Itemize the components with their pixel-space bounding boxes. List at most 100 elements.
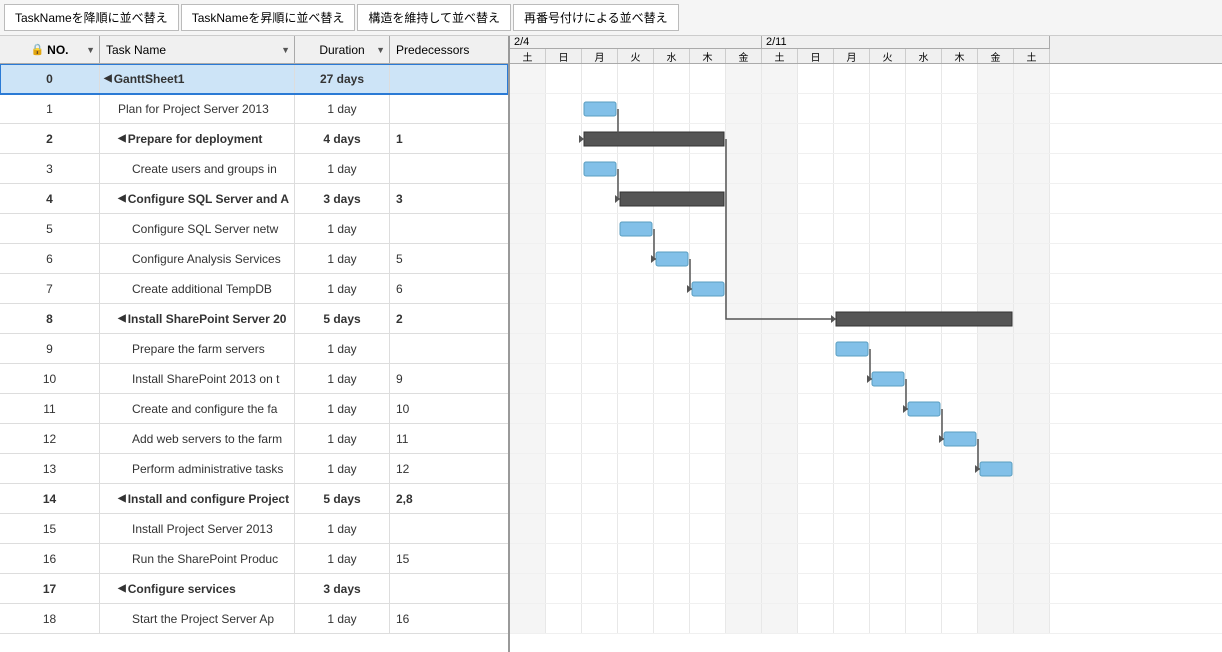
task-name-text: Install Project Server 2013 — [132, 522, 273, 536]
table-row[interactable]: 10Install SharePoint 2013 on t1 day9 — [0, 364, 508, 394]
gantt-day-cell: 金 — [978, 49, 1014, 63]
cell-predecessors: 11 — [390, 424, 505, 453]
task-name-text: Install SharePoint Server 20 — [128, 312, 287, 326]
gantt-bar — [872, 372, 904, 386]
cell-duration: 1 day — [295, 604, 390, 633]
toolbar-btn-2[interactable]: 構造を維持して並べ替え — [357, 4, 511, 31]
collapse-arrow-icon[interactable]: ◀ — [118, 193, 126, 204]
grid-body: 0◀ GanttSheet127 days1 Plan for Project S… — [0, 64, 508, 652]
cell-duration: 1 day — [295, 154, 390, 183]
toolbar-btn-3[interactable]: 再番号付けによる並べ替え — [513, 4, 679, 31]
gantt-day-cell: 水 — [906, 49, 942, 63]
cell-predecessors: 6 — [390, 274, 505, 303]
cell-predecessors — [390, 94, 505, 123]
gantt-day-cell: 水 — [654, 49, 690, 63]
cell-predecessors — [390, 514, 505, 543]
col-taskname-header: Task Name ▼ — [100, 36, 295, 63]
cell-no: 11 — [0, 394, 100, 423]
gantt-bar — [836, 342, 868, 356]
cell-no: 15 — [0, 514, 100, 543]
table-row[interactable]: 3 Create users and groups in 1 day — [0, 154, 508, 184]
table-row[interactable]: 4◀ Configure SQL Server and A3 days3 — [0, 184, 508, 214]
toolbar-btn-1[interactable]: TaskNameを昇順に並べ替え — [181, 4, 356, 31]
gantt-summary-bar — [620, 192, 724, 206]
gantt-bar — [656, 252, 688, 266]
collapse-arrow-icon[interactable]: ◀ — [118, 493, 126, 504]
cell-predecessors — [390, 214, 505, 243]
cell-taskname: ◀ Configure services — [100, 574, 295, 603]
gantt-day-cell: 金 — [726, 49, 762, 63]
task-name-text: Configure SQL Server netw — [132, 222, 278, 236]
cell-predecessors: 10 — [390, 394, 505, 423]
cell-taskname: ◀ Install SharePoint Server 20 — [100, 304, 295, 333]
cell-taskname: Start the Project Server Ap — [100, 604, 295, 633]
cell-no: 16 — [0, 544, 100, 573]
table-row[interactable]: 1 Plan for Project Server 2013 1 day — [0, 94, 508, 124]
cell-duration: 1 day — [295, 394, 390, 423]
table-row[interactable]: 18 Start the Project Server Ap 1 day16 — [0, 604, 508, 634]
table-row[interactable]: 11 Create and configure the fa 1 day10 — [0, 394, 508, 424]
gantt-bars-svg — [510, 64, 1050, 634]
task-name-text: Prepare for deployment — [128, 132, 263, 146]
collapse-arrow-icon[interactable]: ◀ — [118, 313, 126, 324]
table-row[interactable]: 13Perform administrative tasks1 day12 — [0, 454, 508, 484]
cell-no: 7 — [0, 274, 100, 303]
table-row[interactable]: 7Create additional TempDB1 day6 — [0, 274, 508, 304]
table-row[interactable]: 15Install Project Server 20131 day — [0, 514, 508, 544]
cell-predecessors — [390, 574, 505, 603]
task-name-text: Create users and groups in — [132, 162, 277, 176]
cell-predecessors: 12 — [390, 454, 505, 483]
collapse-arrow-icon[interactable]: ◀ — [118, 583, 126, 594]
grid-header: 🔒 NO. ▼ Task Name ▼ Duration ▼ Predecess… — [0, 36, 508, 64]
cell-no: 3 — [0, 154, 100, 183]
gantt-week-band: 2/11 — [762, 36, 1050, 49]
cell-duration: 1 day — [295, 454, 390, 483]
task-name-text: Plan for Project Server 2013 — [118, 102, 269, 116]
cell-duration: 1 day — [295, 94, 390, 123]
toolbar-btn-0[interactable]: TaskNameを降順に並べ替え — [4, 4, 179, 31]
toolbar: TaskNameを降順に並べ替えTaskNameを昇順に並べ替え構造を維持して並… — [0, 0, 1222, 36]
table-row[interactable]: 12Add web servers to the farm1 day11 — [0, 424, 508, 454]
gantt-day-cell: 月 — [834, 49, 870, 63]
gantt-day-cell: 土 — [1014, 49, 1050, 63]
cell-taskname: ◀ Install and configure Project — [100, 484, 295, 513]
gantt-header: 2/42/11土日月火水木金土日月火水木金土 — [510, 36, 1222, 64]
task-name-text: Prepare the farm servers — [132, 342, 265, 356]
cell-predecessors: 16 — [390, 604, 505, 633]
task-name-text: Install and configure Project — [128, 492, 289, 506]
col-no-header: 🔒 NO. ▼ — [0, 36, 100, 63]
gantt-bar — [692, 282, 724, 296]
gantt-summary-bar — [836, 312, 1012, 326]
table-row[interactable]: 8◀ Install SharePoint Server 205 days2 — [0, 304, 508, 334]
collapse-arrow-icon[interactable]: ◀ — [118, 133, 126, 144]
filter-arrow-taskname: ▼ — [281, 45, 290, 55]
table-row[interactable]: 5Configure SQL Server netw1 day — [0, 214, 508, 244]
filter-arrow-duration: ▼ — [376, 45, 385, 55]
sort-arrow-no: ▼ — [86, 45, 95, 55]
task-name-text: Configure Analysis Services — [132, 252, 281, 266]
cell-predecessors: 3 — [390, 184, 505, 213]
gantt-day-cell: 木 — [690, 49, 726, 63]
collapse-arrow-icon[interactable]: ◀ — [104, 73, 112, 84]
table-row[interactable]: 14◀ Install and configure Project5 days2… — [0, 484, 508, 514]
task-name-text: Run the SharePoint Produc — [132, 552, 278, 566]
table-row[interactable]: 9Prepare the farm servers1 day — [0, 334, 508, 364]
taskname-header-label: Task Name — [106, 43, 166, 57]
gantt-bar — [908, 402, 940, 416]
cell-no: 1 — [0, 94, 100, 123]
gantt-bar — [944, 432, 976, 446]
cell-duration: 3 days — [295, 184, 390, 213]
cell-no: 18 — [0, 604, 100, 633]
table-row[interactable]: 0◀ GanttSheet127 days — [0, 64, 508, 94]
table-row[interactable]: 17◀ Configure services3 days — [0, 574, 508, 604]
gantt-week-band: 2/4 — [510, 36, 762, 49]
table-row[interactable]: 6Configure Analysis Services1 day5 — [0, 244, 508, 274]
task-name-text: Create and configure the fa — [132, 402, 277, 416]
table-row[interactable]: 16Run the SharePoint Produc1 day15 — [0, 544, 508, 574]
table-row[interactable]: 2◀ Prepare for deployment4 days1 — [0, 124, 508, 154]
cell-predecessors — [390, 334, 505, 363]
cell-taskname: Perform administrative tasks — [100, 454, 295, 483]
no-header-label: NO. — [47, 43, 68, 57]
task-name-text: Start the Project Server Ap — [132, 612, 274, 626]
gantt-day-cell: 日 — [798, 49, 834, 63]
